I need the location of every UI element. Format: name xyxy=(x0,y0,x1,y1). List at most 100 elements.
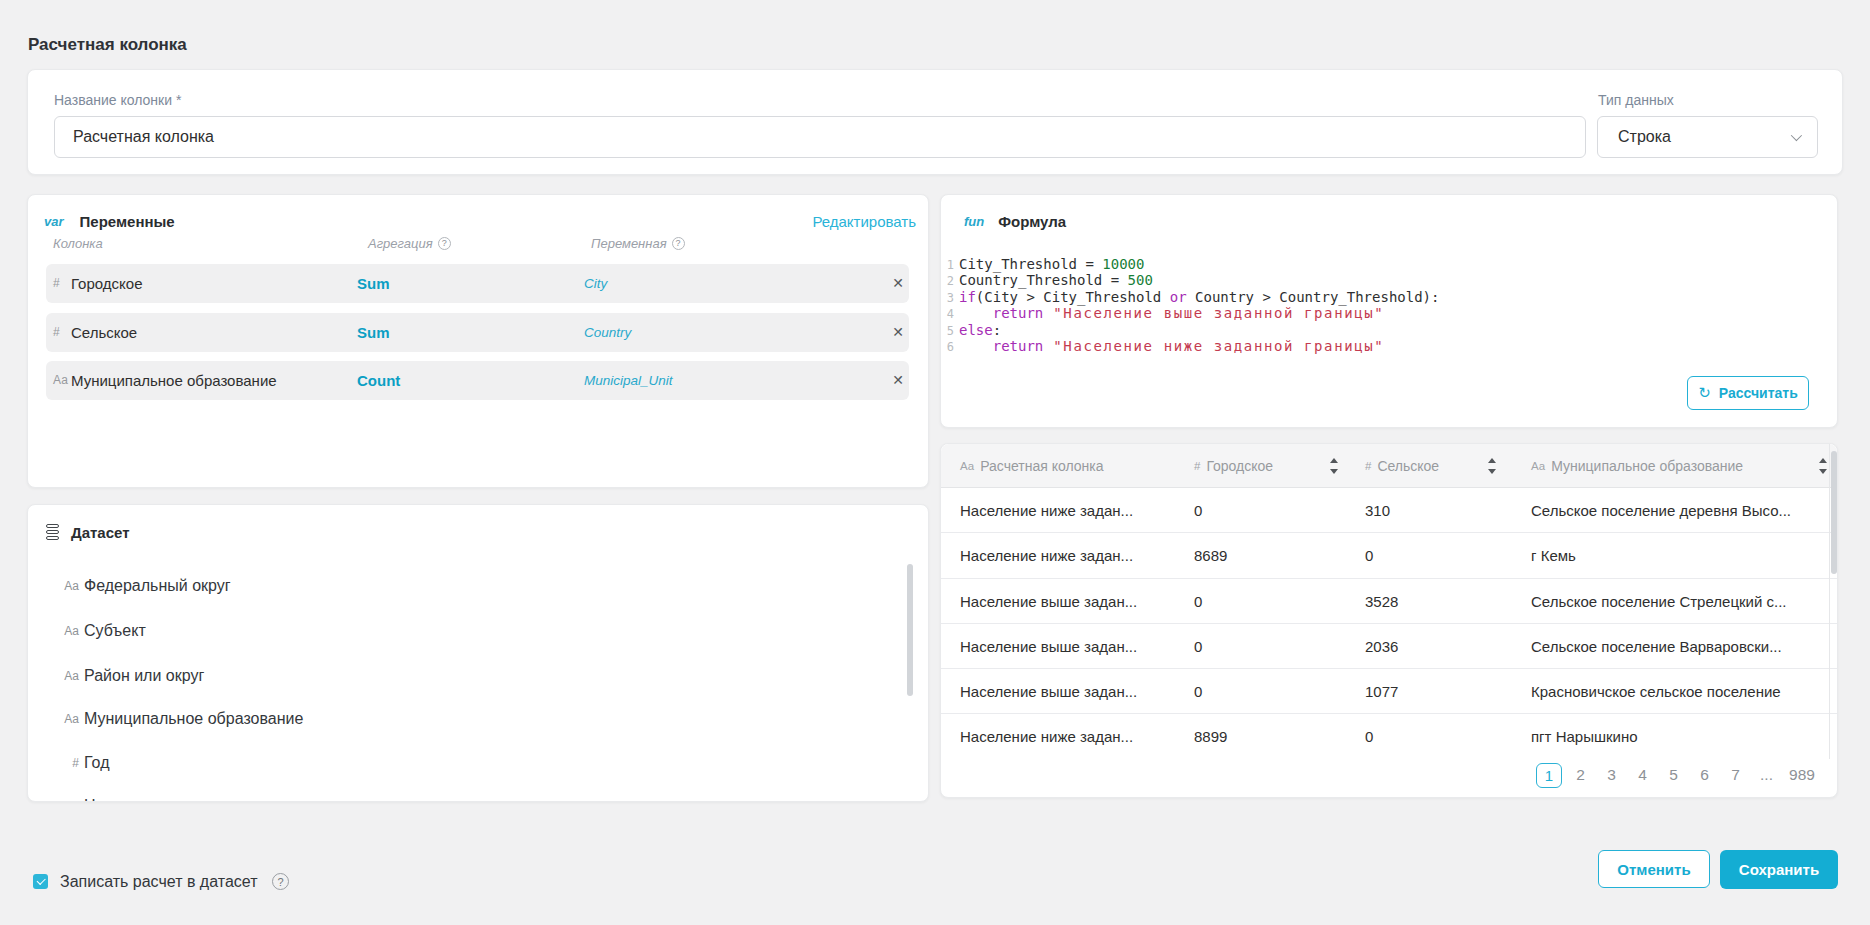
pagination-page[interactable]: 3 xyxy=(1599,766,1624,784)
dataset-field-item[interactable]: АаРайон или округ xyxy=(28,665,908,687)
dataset-field-item[interactable]: АаМуниципальное образование xyxy=(28,708,908,730)
aggregation-value[interactable]: Count xyxy=(357,361,400,400)
table-cell: 8899 xyxy=(1194,714,1227,759)
data-type-value: Строка xyxy=(1618,128,1671,146)
table-cell: Население ниже задан... xyxy=(960,533,1133,579)
formula-code-line[interactable]: 1City_Threshold = 10000 xyxy=(941,256,1821,273)
help-icon[interactable]: ? xyxy=(672,237,685,250)
pagination-page[interactable]: 7 xyxy=(1723,766,1748,784)
remove-variable-button[interactable]: ✕ xyxy=(889,313,907,352)
formula-code-line[interactable]: 3if(City > City_Threshold or Country > C… xyxy=(941,289,1821,306)
formula-code-line[interactable]: 6 return "Население ниже заданной границ… xyxy=(941,338,1821,355)
table-cell: 8689 xyxy=(1194,533,1227,579)
table-scroll-gutter xyxy=(1829,444,1830,759)
field-label: Год xyxy=(84,752,109,774)
table-row: Население ниже задан...0310Сельское посе… xyxy=(941,488,1837,533)
column-name: Городское xyxy=(71,264,142,303)
dataset-field-item[interactable]: #Население xyxy=(28,795,908,802)
chevron-down-icon xyxy=(1791,130,1802,141)
formula-code-line[interactable]: 2Country_Threshold = 500 xyxy=(941,272,1821,289)
data-type-select[interactable]: Строка xyxy=(1597,116,1818,158)
variable-name: Municipal_Unit xyxy=(584,361,673,400)
column-type-badge: # xyxy=(53,264,60,303)
help-icon[interactable]: ? xyxy=(438,237,451,250)
pagination-page[interactable]: ... xyxy=(1754,766,1779,784)
save-to-dataset-label: Записать расчет в датасет xyxy=(60,874,257,890)
pagination-page[interactable]: 5 xyxy=(1661,766,1686,784)
remove-variable-button[interactable]: ✕ xyxy=(889,264,907,303)
pagination-current-page[interactable]: 1 xyxy=(1536,763,1562,788)
formula-panel: fun Формула 1City_Threshold = 100002Coun… xyxy=(940,194,1838,428)
table-cell: Сельское поселение деревня Высо... xyxy=(1531,488,1791,533)
table-cell: 0 xyxy=(1194,488,1202,533)
remove-variable-button[interactable]: ✕ xyxy=(889,361,907,400)
table-cell: г Кемь xyxy=(1531,533,1576,579)
table-row: Население ниже задан... 8899 0 пгт Нарышкин… xyxy=(941,714,1837,759)
sort-icon[interactable] xyxy=(1488,458,1496,474)
sort-icon[interactable] xyxy=(1819,458,1827,474)
cancel-button[interactable]: Отменить xyxy=(1598,850,1710,888)
pagination-page[interactable]: 2 xyxy=(1568,766,1593,784)
dataset-field-item[interactable]: АаФедеральный округ xyxy=(28,575,908,597)
table-cell: Население выше задан... xyxy=(960,624,1137,669)
table-cell: Красновичское сельское поселение xyxy=(1531,669,1781,714)
table-cell: Население ниже задан... xyxy=(960,488,1133,533)
header-cell-city: #Городское xyxy=(1194,444,1273,488)
variable-name: City xyxy=(584,264,607,303)
table-cell: 0 xyxy=(1365,533,1373,579)
table-scrollbar[interactable] xyxy=(1831,451,1837,574)
dataset-field-item[interactable]: # Год xyxy=(28,752,908,774)
dataset-icon xyxy=(46,524,59,540)
variable-row: #СельскоеSumCountry✕ xyxy=(46,313,909,352)
sort-icon[interactable] xyxy=(1330,458,1338,474)
results-table-panel: АаРасчетная колонка #Городское #Сельское… xyxy=(940,443,1838,798)
formula-code-line[interactable]: 5else: xyxy=(941,322,1821,339)
pagination-page[interactable]: 4 xyxy=(1630,766,1655,784)
column-settings-card: Название колонки * Тип данных Строка xyxy=(27,69,1843,175)
field-label: Муниципальное образование xyxy=(84,708,303,730)
table-cell: 0 xyxy=(1365,714,1373,759)
table-row: Население ниже задан... 8689 0 г Кемь xyxy=(941,533,1837,579)
table-cell: 2036 xyxy=(1365,624,1398,669)
table-row: Население выше задан...01077Красновичско… xyxy=(941,669,1837,714)
header-cell-calculated-column: АаРасчетная колонка xyxy=(960,444,1104,488)
dataset-field-item[interactable]: АаСубъект xyxy=(28,620,908,642)
pagination-page[interactable]: 989 xyxy=(1785,766,1819,784)
aggregation-value[interactable]: Sum xyxy=(357,313,390,352)
aggregation-value[interactable]: Sum xyxy=(357,264,390,303)
refresh-icon: ↻ xyxy=(1698,384,1711,402)
save-button[interactable]: Сохранить xyxy=(1720,850,1838,889)
column-name-input[interactable] xyxy=(54,116,1586,158)
header-cell-municipal: АаМуниципальное образование xyxy=(1531,444,1743,488)
name-field-label: Название колонки * xyxy=(54,92,181,108)
header-cell-country: #Сельское xyxy=(1365,444,1439,488)
pagination-page[interactable]: 6 xyxy=(1692,766,1717,784)
field-type-badge: Аа xyxy=(64,669,79,683)
variable-name: Country xyxy=(584,313,631,352)
column-name: Муниципальное образование xyxy=(71,361,277,400)
variable-row: АаМуниципальное образование Count Municipa… xyxy=(46,361,909,400)
field-type-badge: # xyxy=(64,799,79,802)
table-cell: Население ниже задан... xyxy=(960,714,1133,759)
field-type-badge: Аа xyxy=(64,579,79,593)
save-to-dataset-checkbox[interactable] xyxy=(33,874,48,889)
table-cell: Сельское поселение Варваровски... xyxy=(1531,624,1782,669)
calculate-button[interactable]: ↻ Рассчитать xyxy=(1687,376,1809,410)
table-cell: 3528 xyxy=(1365,579,1398,624)
pagination: 1234567... 989 xyxy=(1536,762,1819,788)
variables-panel-header: var Переменные Редактировать xyxy=(44,212,916,231)
table-cell: пгт Нарышкино xyxy=(1531,714,1638,759)
variable-row: # Городское Sum City ✕ xyxy=(46,264,909,303)
variables-title: Переменные xyxy=(80,213,175,230)
formula-code-line[interactable]: 4 return "Население выше заданной границ… xyxy=(941,305,1821,322)
dataset-scrollbar[interactable] xyxy=(907,564,913,696)
field-label: Субъект xyxy=(84,620,146,642)
variable-header: Переменная? xyxy=(591,236,685,250)
edit-variables-link[interactable]: Редактировать xyxy=(812,213,916,230)
page-title: Расчетная колонка xyxy=(28,35,187,55)
column-type-badge: Аа xyxy=(53,361,68,400)
help-icon[interactable]: ? xyxy=(272,873,289,890)
dataset-title: Датасет xyxy=(71,524,130,541)
field-type-badge: # xyxy=(64,756,79,770)
column-name: Сельское xyxy=(71,313,137,352)
